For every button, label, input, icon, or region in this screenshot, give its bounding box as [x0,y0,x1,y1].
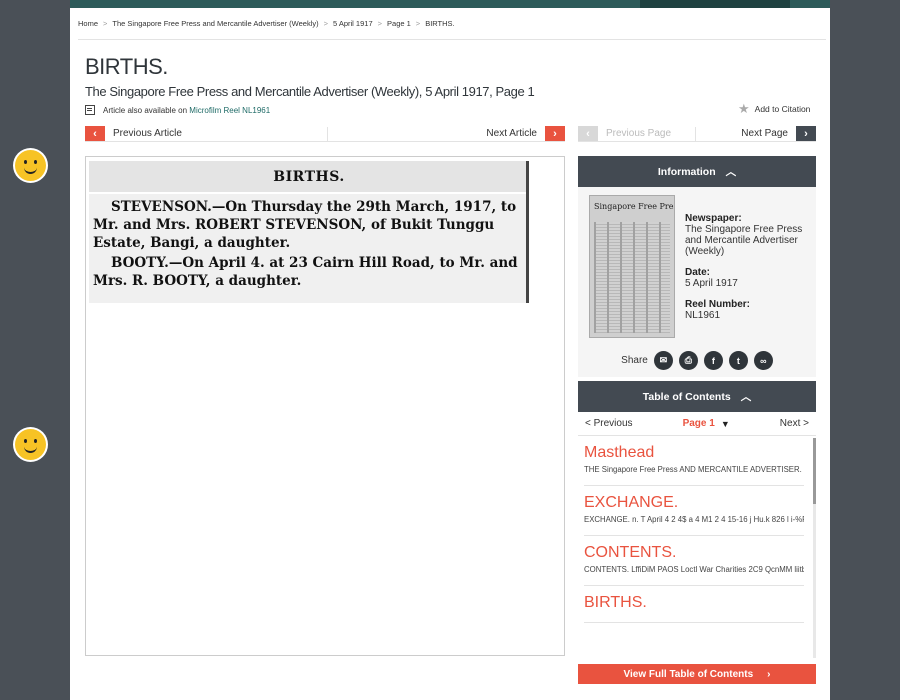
toc-entry[interactable]: Masthead THE Singapore Free Press AND ME… [584,436,804,486]
meta-label: Newspaper: [685,213,742,224]
view-full-toc-label: View Full Table of Contents [623,668,754,680]
meta-newspaper: Newspaper: The Singapore Free Press and … [685,213,810,257]
chevron-left-icon: ‹ [85,126,105,141]
meta-label: Reel Number: [685,299,751,310]
divider [78,39,826,40]
previous-page-button[interactable]: ‹ Previous Page [578,126,671,141]
smiley-face [15,150,46,181]
add-to-citation-button[interactable]: ★ Add to Citation [738,101,811,116]
advanced-search-tab[interactable] [640,0,790,8]
toc-entry[interactable]: CONTENTS. CONTENTS. LffiDiM PAOS Loctl W… [584,536,804,586]
breadcrumb-home[interactable]: Home [78,19,98,28]
chevron-right-icon: › [767,668,771,680]
information-title: Information [657,165,716,178]
information-panel: Singapore Free Press Newspaper: The Sing… [578,187,816,377]
toc-entry-title: CONTENTS. [584,544,677,561]
next-page-button[interactable]: Next Page › [741,126,816,141]
breadcrumb-separator: > [103,19,108,28]
toc-next-button[interactable]: Next > [780,418,809,429]
microfilm-icon [85,105,95,115]
twitter-icon[interactable]: t [728,351,748,370]
breadcrumb-page[interactable]: Page 1 [387,19,411,28]
information-header[interactable]: Information ︿ [578,156,816,187]
breadcrumb-newspaper[interactable]: The Singapore Free Press and Mercantile … [112,19,318,28]
availability-text: Article also available on Microfilm Reel… [103,106,270,115]
meta-date: Date: 5 April 1917 [685,267,810,289]
toc-list: Masthead THE Singapore Free Press AND ME… [578,436,816,661]
chevron-up-icon: ︿ [725,166,737,178]
smiley-face [15,429,46,460]
facebook-icon[interactable]: f [703,351,723,370]
nav-divider [695,127,696,141]
availability-prefix: Article also available on [103,105,188,115]
chevron-left-icon: ‹ [578,126,598,141]
article-navigation: ‹ Previous Article Next Article › [85,126,565,142]
newspaper-metadata: Newspaper: The Singapore Free Press and … [685,213,810,321]
view-full-toc-button[interactable]: View Full Table of Contents › [578,664,816,684]
toc-entry-snippet: CONTENTS. LffiDiM PAOS Loctl War Chariti… [584,565,804,574]
toc-previous-button[interactable]: < Previous [585,418,633,429]
meta-label: Date: [685,267,711,278]
share-bar: Share ✉ ⎙ f t ∞ [578,351,816,370]
previous-article-label: Previous Article [113,128,182,139]
toc-navigation: < Previous Page 1 ▼ Next > [578,412,816,436]
breadcrumb: Home > The Singapore Free Press and Mercan… [78,19,455,28]
feedback-smiley-icon[interactable] [13,427,48,462]
next-article-label: Next Article [486,128,537,139]
toc-header[interactable]: Table of Contents ︿ [578,381,816,412]
toc-entry-title: Masthead [584,444,655,461]
toc-page-label: Page 1 [682,418,715,429]
toc-page-select[interactable]: Page 1 ▼ [683,418,730,429]
share-label: Share [621,355,648,366]
breadcrumb-separator: > [323,19,328,28]
clipping-edge [526,161,529,303]
meta-reel: Reel Number: NL1961 [685,299,810,321]
article-clipping-image: BIRTHS. STEVENSON.—On Thursday the 29th … [89,161,529,303]
article-subtitle: The Singapore Free Press and Mercantile … [85,84,535,99]
clipping-heading-band: BIRTHS. [89,161,529,194]
next-page-label: Next Page [741,128,788,139]
meta-value: 5 April 1917 [685,278,738,289]
newspaper-page-thumbnail[interactable]: Singapore Free Press [589,195,675,338]
previous-page-label: Previous Page [606,128,672,139]
chevron-right-icon: › [545,126,565,141]
toc-title: Table of Contents [642,390,731,403]
print-icon[interactable]: ⎙ [678,351,698,370]
breadcrumb-date[interactable]: 5 April 1917 [333,19,373,28]
email-icon[interactable]: ✉ [653,351,673,370]
toc-entry-title: EXCHANGE. [584,494,679,511]
clipping-heading: BIRTHS. [273,168,345,185]
toc-entry-snippet: THE Singapore Free Press AND MERCANTILE … [584,465,804,474]
toc-entry-title: BIRTHS. [584,594,647,611]
next-article-button[interactable]: Next Article › [486,126,565,141]
star-icon: ★ [738,101,750,116]
thumbnail-masthead: Singapore Free Press [594,202,675,211]
clipping-paragraph: BOOTY.—On April 4. at 23 Cairn Hill Road… [93,255,518,289]
page-navigation: ‹ Previous Page Next Page › [578,126,816,142]
feedback-smiley-icon[interactable] [13,148,48,183]
meta-value: NL1961 [685,310,721,321]
clipping-paragraph: STEVENSON.—On Thursday the 29th March, 1… [93,199,517,251]
meta-value: The Singapore Free Press and Mercantile … [685,224,803,257]
thumbnail-columns [594,222,670,333]
toc-entry-snippet: EXCHANGE. n. T April 4 2 4$ a 4 M1 2 4 1… [584,515,804,524]
chevron-up-icon: ︿ [740,391,752,403]
microfilm-reel-link[interactable]: Microfilm Reel NL1961 [189,106,270,115]
breadcrumb-current: BIRTHS. [425,19,455,28]
breadcrumb-separator: > [415,19,421,28]
previous-article-button[interactable]: ‹ Previous Article [85,126,182,141]
toc-entry[interactable]: EXCHANGE. EXCHANGE. n. T April 4 2 4$ a … [584,486,804,536]
add-to-citation-label: Add to Citation [754,104,811,114]
link-icon[interactable]: ∞ [753,351,773,370]
microfilm-availability: Article also available on Microfilm Reel… [85,105,270,115]
scrollbar-thumb[interactable] [813,438,816,504]
top-banner [70,0,830,8]
chevron-down-icon: ▼ [720,418,730,429]
clipping-body: STEVENSON.—On Thursday the 29th March, 1… [89,194,529,290]
chevron-right-icon: › [796,126,816,141]
nav-divider [327,127,328,141]
page-title: BIRTHS. [85,54,168,79]
toc-entry[interactable]: BIRTHS. [584,586,804,623]
breadcrumb-separator: > [377,19,383,28]
